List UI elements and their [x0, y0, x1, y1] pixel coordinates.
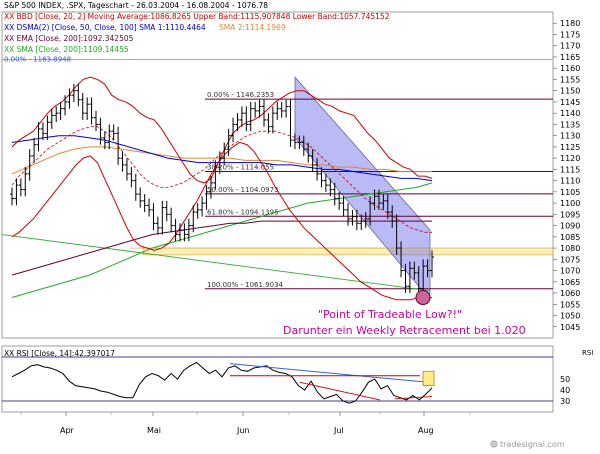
stock-chart: 0.00% - 1146.235338.20% - 1114.05550.00%…	[0, 0, 600, 450]
x-tick-label: Jun	[236, 426, 250, 435]
y-tick-label: 1100	[560, 199, 580, 208]
chart-title: S&P 500 INDEX, .SPX, Tageschart - 26.03.…	[4, 1, 268, 10]
footer-logo-text: tradesignal.com	[500, 440, 565, 449]
legend-ema: XX EMA [Close, 200]:1092.342505	[4, 34, 134, 43]
rsi-tick-label: 40	[560, 386, 570, 395]
y-tick-label: 1130	[560, 132, 580, 141]
rsi-legend: XX RSI [Close, 14]:42.397017	[4, 349, 115, 358]
footer-logo: tradesignal.com	[490, 440, 565, 449]
annotation-weekly-retracement: Darunter ein Weekly Retracement bei 1.02…	[283, 324, 526, 337]
y-tick-label: 1055	[560, 300, 580, 309]
y-tick-label: 1125	[560, 143, 580, 152]
y-tick-label: 1175	[560, 30, 580, 39]
y-tick-label: 1085	[560, 233, 580, 242]
y-tick-label: 1075	[560, 255, 580, 264]
globe-icon	[490, 440, 498, 448]
y-tick-label: 1095	[560, 210, 580, 219]
legend-sma: XX SMA [Close, 200]:1109.14455	[4, 45, 129, 54]
x-tick-label: Mai	[147, 426, 161, 435]
rsi-axis-label: RSI	[582, 349, 593, 357]
y-tick-label: 1110	[560, 177, 580, 186]
x-tick-label: Jul	[333, 426, 344, 435]
y-tick-label: 1150	[560, 87, 580, 96]
rsi-legend-label: XX RSI [Close, 14]:42.397017	[4, 349, 115, 358]
y-tick-label: 1120	[560, 154, 580, 163]
y-tick-label: 1170	[560, 42, 580, 51]
annotation-tradeable-low: "Point of Tradeable Low?!"	[318, 308, 462, 321]
legend-sma2: SMA 2:1114.1969	[219, 23, 286, 32]
y-tick-label: 1155	[560, 75, 580, 84]
fib-top-label: 0.00% - 1163.8948	[4, 55, 71, 63]
y-tick-label: 1160	[560, 64, 580, 73]
y-tick-label: 1050	[560, 312, 580, 321]
rsi-highlight-box	[422, 370, 435, 386]
legend-bbd: XX BBD [Close, 20, 2] Moving Average:108…	[4, 12, 390, 21]
y-tick-label: 1065	[560, 278, 580, 287]
fib-label: 50.00% - 1104.0973	[207, 186, 279, 194]
support-zone-box	[142, 247, 554, 256]
y-tick-label: 1090	[560, 222, 580, 231]
y-tick-label: 1080	[560, 244, 580, 253]
y-tick-label: 1060	[560, 289, 580, 298]
y-tick-label: 1180	[560, 19, 580, 28]
tradeable-low-marker	[415, 290, 431, 306]
y-tick-label: 1165	[560, 53, 580, 62]
y-tick-label: 1115	[560, 165, 580, 174]
legend-dsma: XX DSMA(2) [Close, 50, Close, 100] SMA 1…	[4, 23, 206, 32]
chart-root: 0.00% - 1146.2353 38.20% - 1114.055 50.00%…	[0, 0, 600, 450]
fib-label: 100.00% - 1061.9034	[207, 281, 284, 289]
y-tick-label: 1070	[560, 267, 580, 276]
y-tick-label: 1135	[560, 120, 580, 129]
support-zone	[142, 247, 554, 256]
y-tick-label: 1145	[560, 98, 580, 107]
rsi-tick-label: 50	[560, 375, 570, 384]
y-tick-label: 1045	[560, 323, 580, 332]
fib-label: 0.00% - 1146.2353	[207, 91, 274, 99]
y-tick-label: 1140	[560, 109, 580, 118]
y-tick-label: 1105	[560, 188, 580, 197]
rsi-tick-label: 30	[560, 397, 570, 406]
x-tick-label: Apr	[60, 426, 75, 435]
x-tick-label: Aug	[418, 426, 434, 435]
